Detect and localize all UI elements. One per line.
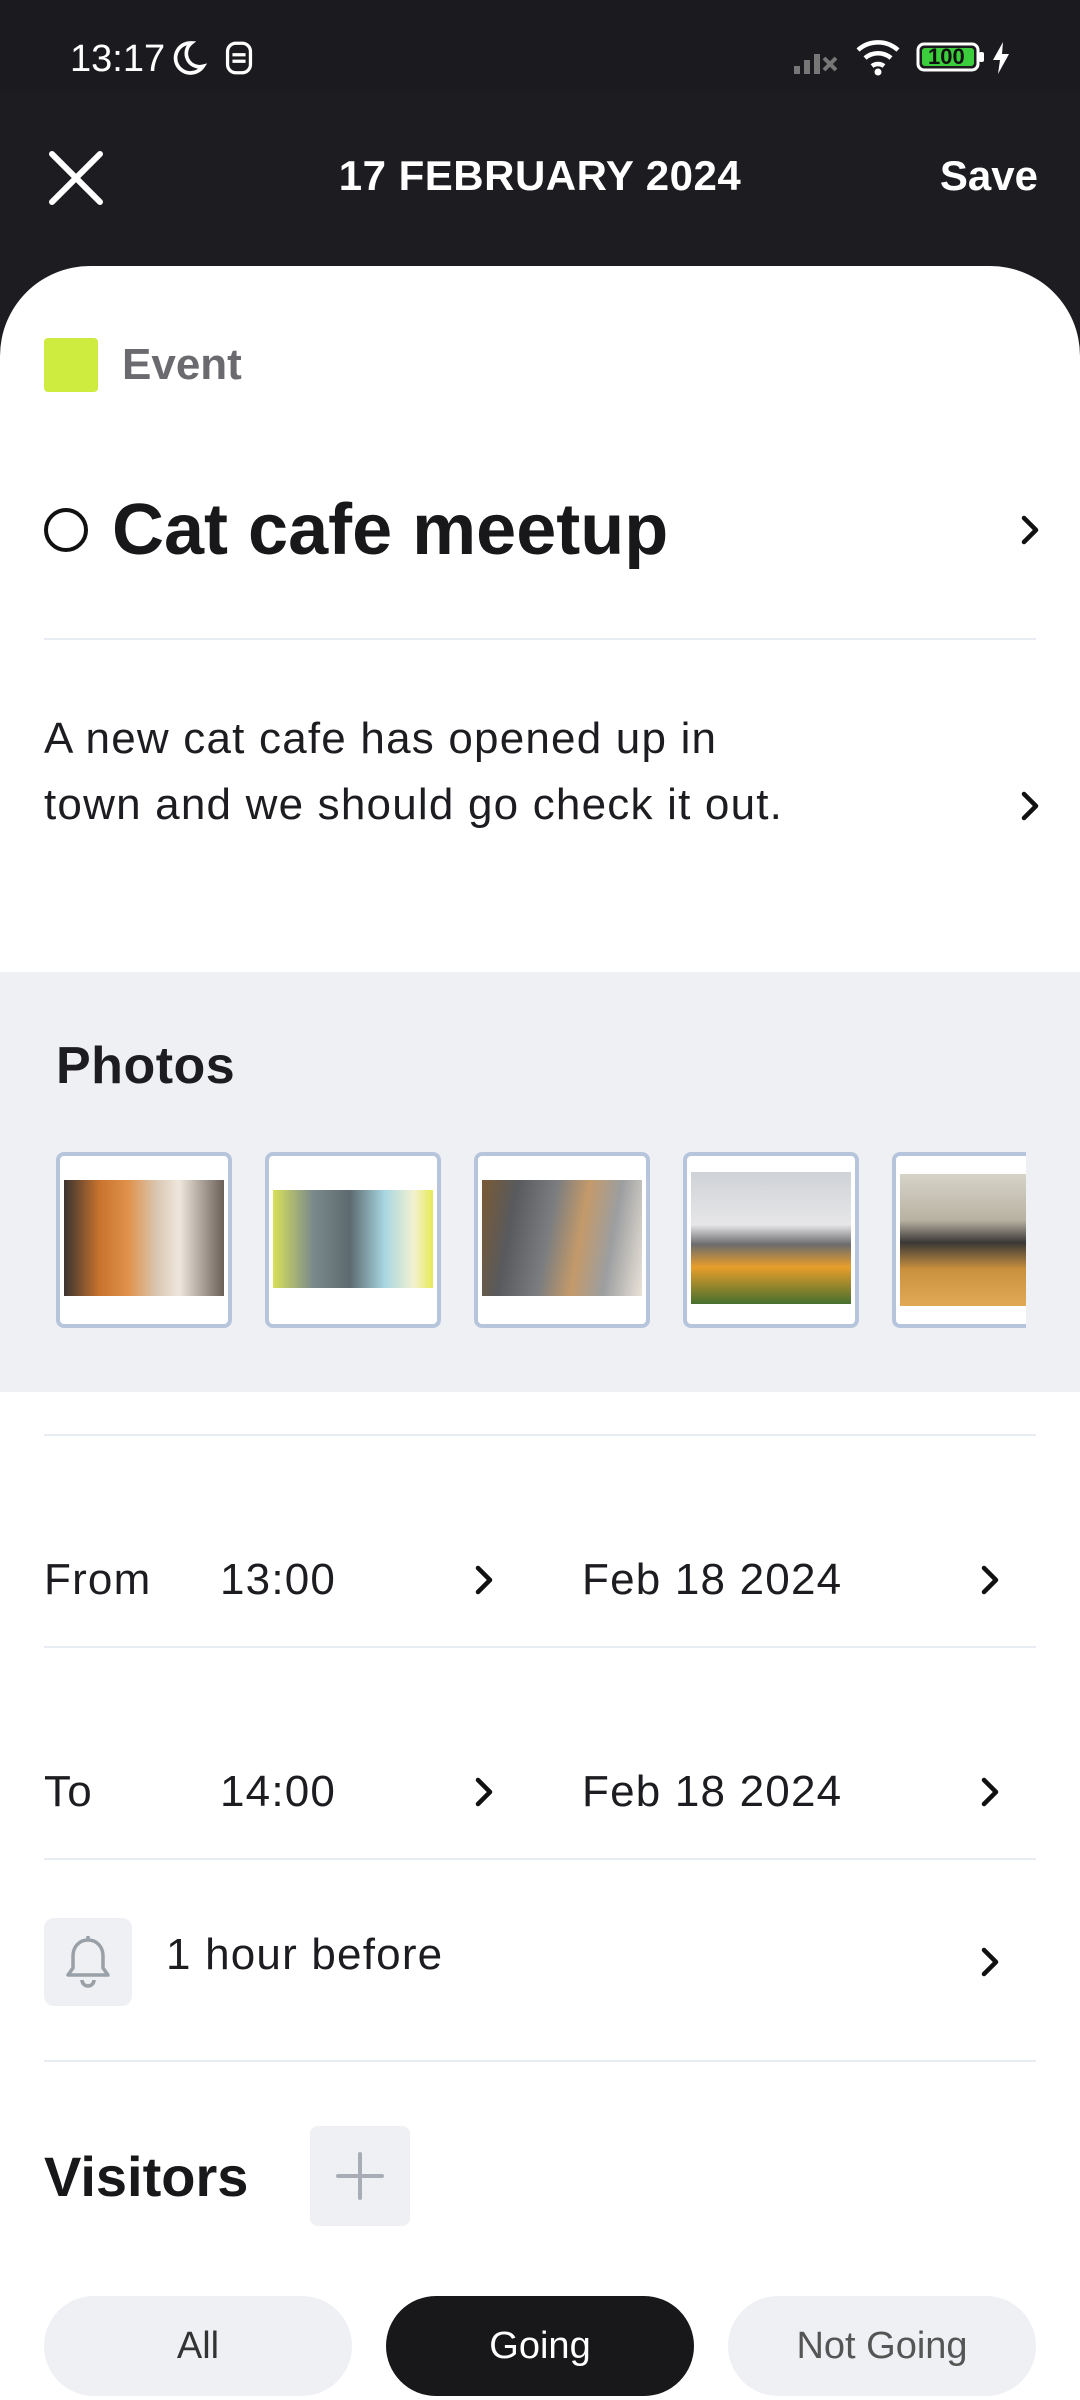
chevron-right-icon[interactable] (464, 1772, 504, 1812)
status-bar: 13:17 100 (0, 0, 1080, 92)
chevron-right-icon[interactable] (970, 1772, 1010, 1812)
event-type-tag[interactable]: Event (44, 338, 242, 392)
photo-strip[interactable] (56, 1152, 1026, 1328)
event-description[interactable]: A new cat cafe has opened up in town and… (44, 706, 804, 838)
chevron-right-icon[interactable] (464, 1560, 504, 1600)
battery-level: 100 (928, 44, 965, 69)
from-label: From (44, 1555, 152, 1604)
status-time: 13:17 (70, 38, 166, 80)
chevron-right-icon[interactable] (970, 1942, 1010, 1982)
from-date[interactable]: Feb 18 2024 (582, 1555, 842, 1605)
to-time[interactable]: 14:00 (220, 1767, 336, 1817)
chevron-right-icon (1010, 786, 1050, 826)
plus-icon (336, 2152, 384, 2200)
divider (44, 1858, 1036, 1860)
photos-section: Photos (0, 972, 1080, 1392)
cat-photo-2 (273, 1190, 433, 1288)
charging-icon (990, 40, 1012, 81)
event-title-row[interactable]: Cat cafe meetup (44, 482, 1050, 578)
filter-chip-not-going[interactable]: Not Going (728, 2296, 1036, 2396)
filter-chip-going[interactable]: Going (386, 2296, 694, 2396)
chevron-right-icon[interactable] (970, 1560, 1010, 1600)
page-title: 17 FEBRUARY 2024 (338, 152, 742, 199)
moon-icon (168, 38, 208, 83)
divider (44, 1646, 1036, 1648)
cat-photo-1 (64, 1180, 224, 1296)
completion-circle-icon[interactable] (44, 508, 88, 552)
photo-thumbnail[interactable] (56, 1152, 232, 1328)
to-date[interactable]: Feb 18 2024 (582, 1767, 842, 1817)
photo-thumbnail[interactable] (265, 1152, 441, 1328)
event-title: Cat cafe meetup (112, 490, 669, 570)
notification-icon (222, 40, 256, 81)
event-type-label: Event (122, 340, 242, 389)
to-label: To (44, 1767, 93, 1816)
save-button[interactable]: Save (940, 152, 1038, 200)
divider (44, 1434, 1036, 1436)
cat-photo-5 (900, 1174, 1026, 1306)
chevron-right-icon (1010, 510, 1050, 550)
cat-photo-4 (691, 1172, 851, 1304)
photos-heading: Photos (56, 1037, 236, 1095)
filter-chip-all[interactable]: All (44, 2296, 352, 2396)
photo-thumbnail[interactable] (892, 1152, 1026, 1328)
visitors-heading: Visitors (44, 2145, 249, 2208)
bell-icon (44, 1918, 132, 2006)
add-visitor-button[interactable] (310, 2126, 410, 2226)
from-time[interactable]: 13:00 (220, 1555, 336, 1605)
cat-photo-3 (482, 1180, 642, 1296)
divider (44, 638, 1036, 640)
reminder-label[interactable]: 1 hour before (166, 1930, 443, 1980)
top-app-bar: 17 FEBRUARY 2024 Save (0, 92, 1080, 272)
signal-icon (792, 40, 840, 81)
divider (44, 2060, 1036, 2062)
to-row: To 14:00 Feb 18 2024 (44, 1752, 1050, 1832)
photo-thumbnail[interactable] (683, 1152, 859, 1328)
event-color-swatch (44, 338, 98, 392)
wifi-icon (854, 38, 902, 81)
photo-thumbnail[interactable] (474, 1152, 650, 1328)
event-editor-sheet: Event Cat cafe meetup A new cat cafe has… (0, 266, 1080, 2400)
from-row: From 13:00 Feb 18 2024 (44, 1540, 1050, 1620)
